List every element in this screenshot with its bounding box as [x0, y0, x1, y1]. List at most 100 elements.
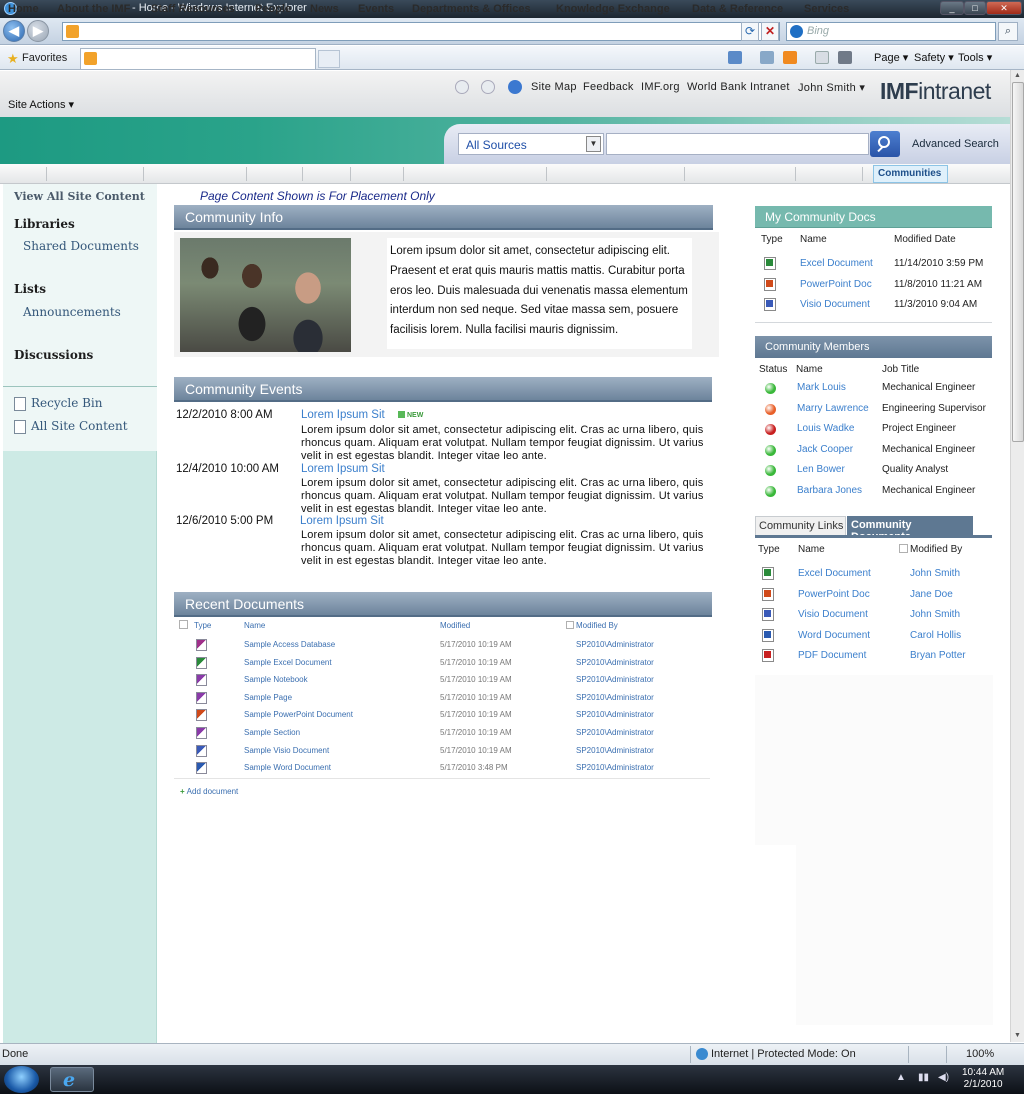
document-modified-by-link[interactable]: SP2010\Administrator — [576, 746, 654, 755]
document-name-link[interactable]: Visio Document — [800, 299, 870, 310]
member-name-link[interactable]: Mark Louis — [797, 382, 846, 393]
search-scope-select[interactable]: All Sources ▼ — [458, 133, 604, 155]
document-name-link[interactable]: Sample Visio Document — [244, 746, 329, 755]
nav-knowledge-exchange[interactable]: Knowledge Exchange — [556, 3, 670, 15]
document-name-link[interactable]: Sample Excel Document — [244, 658, 332, 667]
nav-services[interactable]: Services — [804, 3, 849, 15]
tray-arrow-icon[interactable]: ▲ — [896, 1072, 906, 1083]
document-name-link[interactable]: Visio Document — [798, 609, 868, 620]
refresh-icon[interactable]: ⟳ — [741, 22, 759, 41]
col-modified[interactable]: Modified — [440, 621, 470, 630]
event-title-link[interactable]: Lorem Ipsum Sit — [301, 409, 385, 421]
advanced-search-link[interactable]: Advanced Search — [912, 138, 999, 150]
mail-icon[interactable] — [815, 51, 829, 64]
document-modified-by-link[interactable]: SP2010\Administrator — [576, 640, 654, 649]
browser-tab-home[interactable] — [80, 48, 316, 69]
document-name-link[interactable]: Sample Word Document — [244, 763, 331, 772]
scroll-down-icon[interactable]: ▼ — [1011, 1030, 1024, 1042]
libraries-heading[interactable]: Libraries — [14, 217, 75, 231]
document-modified-by-link[interactable]: SP2010\Administrator — [576, 693, 654, 702]
stop-icon[interactable]: ✕ — [761, 22, 779, 41]
scroll-up-icon[interactable]: ▲ — [1011, 70, 1024, 82]
search-input[interactable] — [606, 133, 869, 155]
discussions-heading[interactable]: Discussions — [14, 348, 93, 362]
document-modified-by-link[interactable]: SP2010\Administrator — [576, 675, 654, 684]
nav-staff-resources[interactable]: Staff Resources — [151, 3, 235, 15]
recycle-bin-link[interactable]: Recycle Bin — [31, 396, 103, 410]
member-name-link[interactable]: Len Bower — [797, 464, 845, 475]
document-name-link[interactable]: Sample Section — [244, 728, 300, 737]
col-modified-by[interactable]: Modified By — [576, 621, 618, 630]
feeds-view-icon[interactable] — [760, 51, 774, 64]
vertical-scrollbar[interactable]: ▲ ▼ — [1010, 70, 1024, 1042]
nav-about-imf[interactable]: About the IMF — [57, 3, 130, 15]
help-icon[interactable] — [508, 80, 522, 94]
announcements-link[interactable]: Announcements — [23, 305, 121, 319]
page-menu[interactable]: Page ▾ — [874, 51, 908, 64]
tab-community-documents[interactable]: Community Documents — [847, 516, 973, 543]
document-name-link[interactable]: PowerPoint Doc — [800, 279, 872, 290]
nav-home[interactable]: Home — [8, 3, 39, 15]
modified-by-link[interactable]: John Smith — [910, 568, 960, 579]
nav-events[interactable]: Events — [358, 3, 394, 15]
document-name-link[interactable]: PDF Document — [798, 650, 866, 661]
system-clock[interactable]: 10:44 AM 2/1/2010 — [962, 1067, 1004, 1091]
tab-community-links[interactable]: Community Links — [755, 516, 846, 536]
document-name-link[interactable]: PowerPoint Doc — [798, 589, 870, 600]
bing-search-input[interactable]: Bing — [786, 22, 996, 41]
volume-icon[interactable]: ◀) — [938, 1072, 949, 1083]
document-name-link[interactable]: Excel Document — [798, 568, 871, 579]
maximize-button[interactable]: □ — [964, 1, 986, 15]
forward-button[interactable]: ▶ — [27, 20, 49, 42]
scrollbar-thumb[interactable] — [1012, 82, 1024, 442]
document-name-link[interactable]: Sample PowerPoint Document — [244, 710, 353, 719]
new-tab-button[interactable] — [318, 50, 340, 68]
user-menu[interactable]: John Smith ▾ — [798, 81, 865, 94]
lists-heading[interactable]: Lists — [14, 282, 46, 296]
col-name[interactable]: Name — [244, 621, 265, 630]
nav-people[interactable]: People — [255, 3, 291, 15]
start-button[interactable] — [4, 1066, 39, 1093]
nav-data-reference[interactable]: Data & Reference — [692, 3, 783, 15]
document-modified-by-link[interactable]: SP2010\Administrator — [576, 710, 654, 719]
nav-news[interactable]: News — [310, 3, 339, 15]
event-title-link[interactable]: Lorem Ipsum Sit — [300, 515, 384, 527]
world-bank-intranet-link[interactable]: World Bank Intranet — [687, 81, 790, 93]
event-title-link[interactable]: Lorem Ipsum Sit — [301, 463, 385, 475]
shared-documents-link[interactable]: Shared Documents — [23, 239, 139, 253]
favorites-button[interactable]: Favorites — [22, 52, 67, 64]
modified-by-link[interactable]: Jane Doe — [910, 589, 953, 600]
document-name-link[interactable]: Word Document — [798, 630, 870, 641]
feedback-link[interactable]: Feedback — [583, 81, 634, 93]
network-icon[interactable]: ▮▮ — [918, 1072, 929, 1083]
document-modified-by-link[interactable]: SP2010\Administrator — [576, 728, 654, 737]
document-name-link[interactable]: Excel Document — [800, 258, 873, 269]
tools-menu[interactable]: Tools ▾ — [958, 51, 992, 64]
back-button[interactable]: ◀ — [3, 20, 25, 42]
address-input[interactable] — [62, 22, 780, 41]
select-all-checkbox[interactable] — [179, 620, 188, 629]
member-name-link[interactable]: Marry Lawrence — [797, 403, 869, 414]
notes-icon[interactable] — [481, 80, 495, 94]
member-name-link[interactable]: Barbara Jones — [797, 485, 862, 496]
view-all-site-content-link[interactable]: View All Site Content — [14, 190, 145, 203]
modified-by-link[interactable]: Bryan Potter — [910, 650, 966, 661]
site-map-link[interactable]: Site Map — [531, 81, 577, 93]
tag-icon[interactable] — [455, 80, 469, 94]
print-icon[interactable] — [838, 51, 852, 64]
member-name-link[interactable]: Louis Wadke — [797, 423, 854, 434]
all-site-content-link[interactable]: All Site Content — [31, 419, 128, 433]
rss-icon[interactable] — [783, 51, 797, 64]
safety-menu[interactable]: Safety ▾ — [914, 51, 954, 64]
member-name-link[interactable]: Jack Cooper — [797, 444, 853, 455]
zoom-level[interactable]: 100% — [966, 1048, 994, 1060]
minimize-button[interactable]: _ — [940, 1, 964, 15]
modified-by-link[interactable]: John Smith — [910, 609, 960, 620]
document-name-link[interactable]: Sample Access Database — [244, 640, 335, 649]
home-icon[interactable] — [728, 51, 742, 64]
imf-org-link[interactable]: IMF.org — [641, 81, 680, 93]
close-window-button[interactable]: ✕ — [986, 1, 1022, 15]
favorites-star-icon[interactable]: ★ — [7, 51, 19, 67]
search-button[interactable] — [870, 131, 900, 157]
taskbar-ie-button[interactable]: e — [50, 1067, 94, 1092]
